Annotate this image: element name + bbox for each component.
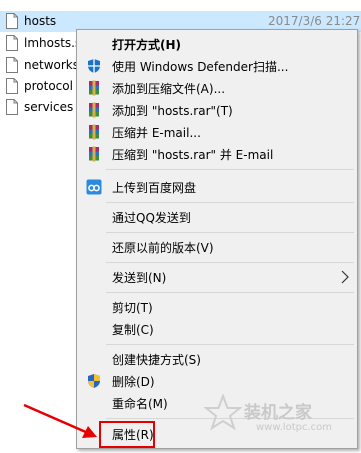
menu-item-add-to-hosts-rar[interactable]: 添加到 "hosts.rar"(T) [78,99,356,121]
file-name: networks [24,58,79,72]
menu-item-upload-baidu[interactable]: 上传到百度网盘 [78,176,356,198]
menu-item-label: 压缩并 E-mail... [112,126,201,140]
menu-item-label: 使用 Windows Defender扫描... [112,60,289,74]
menu-item-label: 通过QQ发送到 [112,211,191,225]
menu-item-label: 剪切(T) [112,301,153,315]
menu-separator [106,169,354,170]
file-name: hosts [24,14,57,28]
menu-item-create-shortcut[interactable]: 创建快捷方式(S) [78,348,356,370]
menu-item-label: 创建快捷方式(S) [112,353,201,367]
menu-item-label: 还原以前的版本(V) [112,241,214,255]
chevron-right-icon [341,270,349,284]
winrar-icon [89,80,99,96]
menu-item-label: 添加到 "hosts.rar"(T) [112,104,233,118]
menu-item-restore-version[interactable]: 还原以前的版本(V) [78,236,356,258]
menu-item-cut[interactable]: 剪切(T) [78,296,356,318]
file-icon [6,78,18,94]
menu-item-defender-scan[interactable]: 使用 Windows Defender扫描... [78,55,356,77]
file-date: 2017/3/6 21:27 [268,14,361,28]
file-name: lmhosts.s [24,36,82,50]
file-icon [6,57,18,73]
menu-separator [106,292,354,293]
winrar-icon [89,146,99,162]
menu-item-compress-email[interactable]: 压缩并 E-mail... [78,121,356,143]
menu-item-send-qq[interactable]: 通过QQ发送到 [78,206,356,228]
menu-item-add-to-archive[interactable]: 添加到压缩文件(A)... [78,77,356,99]
file-icon [6,99,18,115]
annotation-highlight-box [99,421,155,448]
winrar-icon [89,124,99,140]
menu-item-delete[interactable]: 删除(D) [78,370,356,392]
menu-item-label: 重命名(M) [112,397,168,411]
menu-separator [106,344,354,345]
file-icon [6,35,18,51]
menu-item-label: 上传到百度网盘 [112,181,197,195]
menu-item-label: 复制(C) [112,323,154,337]
watermark: 装机之家 www.lotpc.com [204,392,361,440]
menu-item-compress-hosts-email[interactable]: 压缩到 "hosts.rar" 并 E-mail [78,143,356,165]
menu-item-label: 发送到(N) [112,271,167,285]
file-icon [6,13,18,29]
file-name: services [24,100,74,114]
context-menu: 打开方式(H) 使用 Windows Defender扫描... 添加到压缩文件… [76,29,358,449]
watermark-title: 装机之家 [244,403,312,423]
menu-item-copy[interactable]: 复制(C) [78,318,356,340]
menu-item-label: 压缩到 "hosts.rar" 并 E-mail [112,148,274,162]
watermark-url: www.lotpc.com [256,422,332,433]
menu-item-open-with[interactable]: 打开方式(H) [78,33,356,55]
baidu-netdisk-icon [86,179,102,195]
menu-item-label: 删除(D) [112,375,155,389]
menu-separator [106,202,354,203]
menu-item-send-to[interactable]: 发送到(N) [78,266,356,288]
uac-shield-icon [88,374,100,388]
file-name: protocol [24,79,73,93]
menu-separator [106,262,354,263]
star-logo-icon [204,394,242,431]
windows-defender-icon [88,59,100,73]
menu-item-label: 添加到压缩文件(A)... [112,82,226,96]
winrar-icon [89,102,99,118]
menu-separator [106,232,354,233]
menu-item-label: 打开方式(H) [112,38,182,52]
